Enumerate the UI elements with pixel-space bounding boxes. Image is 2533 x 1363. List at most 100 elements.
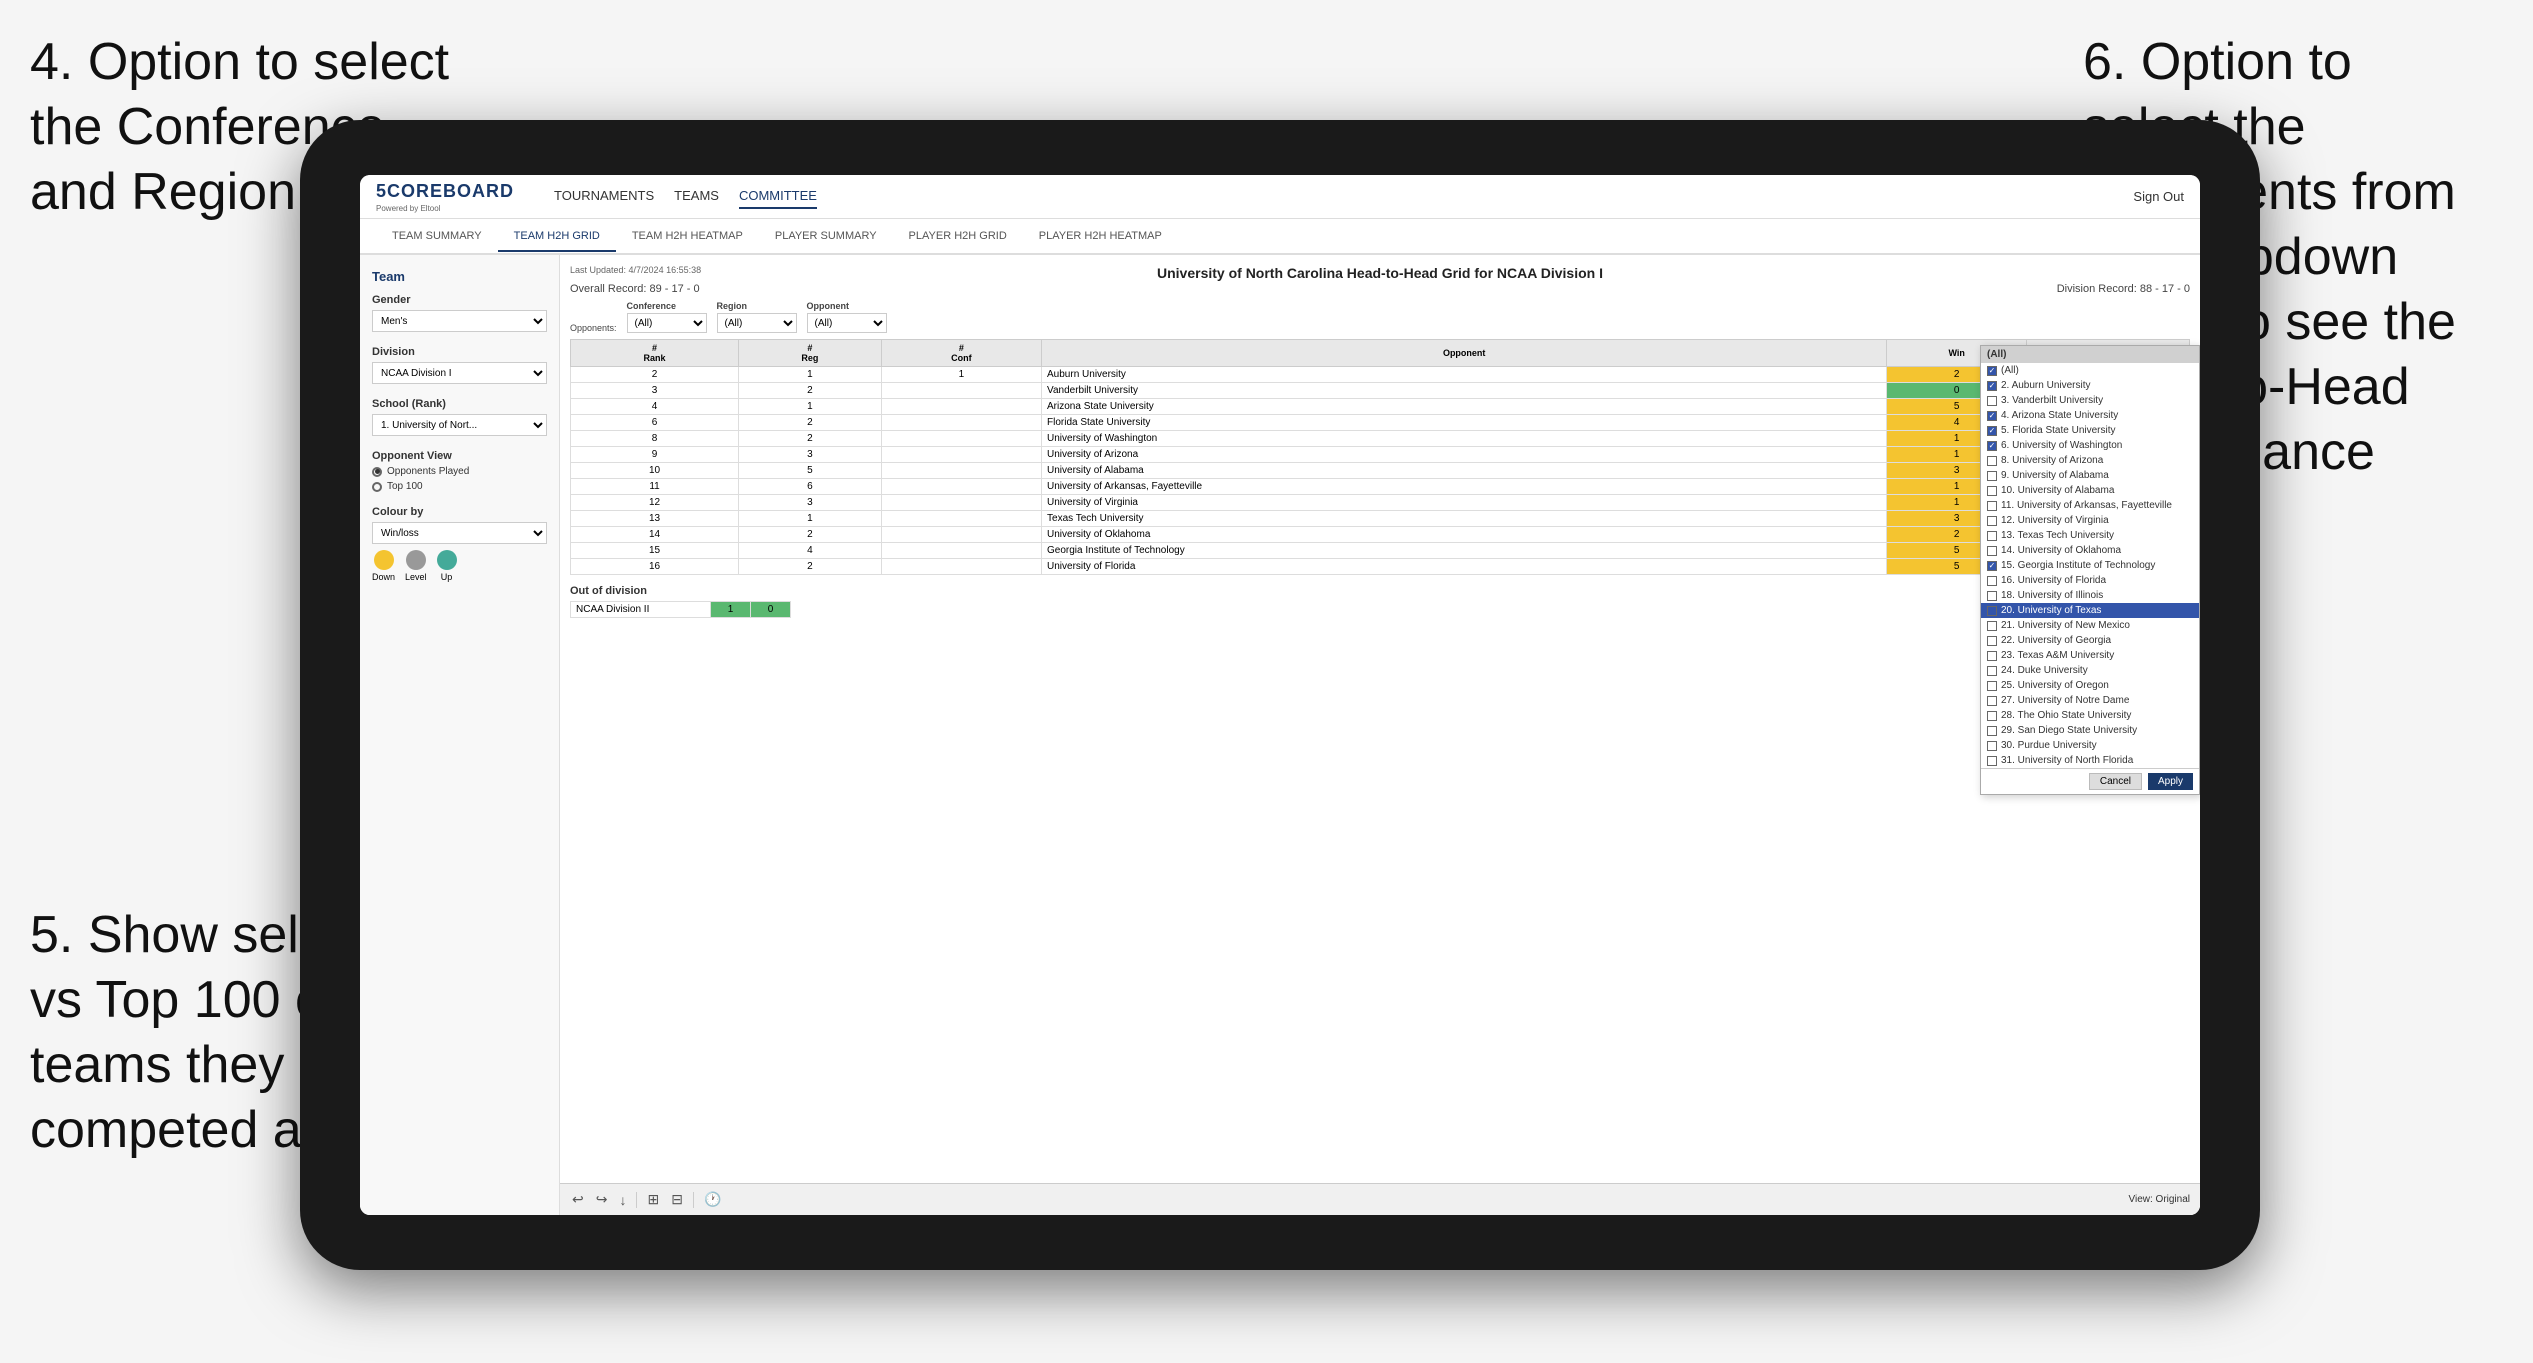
cell-reg: 4 xyxy=(739,543,882,559)
cell-opponent: Arizona State University xyxy=(1042,399,1887,415)
dropdown-item[interactable]: 22. University of Georgia xyxy=(1981,633,2199,648)
overall-record: Overall Record: 89 - 17 - 0 xyxy=(570,283,700,295)
school-section: School (Rank) 1. University of Nort... xyxy=(372,398,547,436)
dropdown-item[interactable]: 20. University of Texas xyxy=(1981,603,2199,618)
nav-tournaments[interactable]: TOURNAMENTS xyxy=(554,184,654,209)
colour-select[interactable]: Win/loss xyxy=(372,522,547,544)
toolbar-clock[interactable]: 🕐 xyxy=(702,1189,723,1210)
nav-committee[interactable]: COMMITTEE xyxy=(739,184,817,209)
dropdown-item[interactable]: 16. University of Florida xyxy=(1981,573,2199,588)
dropdown-item[interactable]: ✓ (All) xyxy=(1981,363,2199,378)
dropdown-item[interactable]: 29. San Diego State University xyxy=(1981,723,2199,738)
dropdown-item[interactable]: 21. University of New Mexico xyxy=(1981,618,2199,633)
toolbar-undo[interactable]: ↩ xyxy=(570,1189,586,1210)
radio-opponents-played[interactable]: Opponents Played xyxy=(372,466,547,477)
cell-opponent: University of Arizona xyxy=(1042,447,1887,463)
region-filter-select[interactable]: (All) xyxy=(717,313,797,333)
dropdown-item[interactable]: 25. University of Oregon xyxy=(1981,678,2199,693)
table-row: 13 1 Texas Tech University 3 0 xyxy=(571,511,2190,527)
conference-filter-select[interactable]: (All) xyxy=(627,313,707,333)
cell-rank: 16 xyxy=(571,559,739,575)
dropdown-checkbox xyxy=(1987,711,1997,721)
radio-dot-top100 xyxy=(372,482,382,492)
dropdown-item[interactable]: ✓ 6. University of Washington xyxy=(1981,438,2199,453)
out-division-table: NCAA Division II 1 0 xyxy=(570,601,791,618)
tab-player-summary[interactable]: PLAYER SUMMARY xyxy=(759,222,893,252)
nav-teams[interactable]: TEAMS xyxy=(674,184,719,209)
cell-opponent: Georgia Institute of Technology xyxy=(1042,543,1887,559)
dropdown-item[interactable]: 13. Texas Tech University xyxy=(1981,528,2199,543)
toolbar-redo[interactable]: ↪ xyxy=(594,1189,610,1210)
dropdown-item[interactable]: ✓ 2. Auburn University xyxy=(1981,378,2199,393)
dropdown-item[interactable]: 28. The Ohio State University xyxy=(1981,708,2199,723)
cell-rank: 3 xyxy=(571,383,739,399)
tab-player-h2h-heatmap[interactable]: PLAYER H2H HEATMAP xyxy=(1023,222,1178,252)
table-row: 10 5 University of Alabama 3 0 xyxy=(571,463,2190,479)
cell-rank: 9 xyxy=(571,447,739,463)
cell-conf xyxy=(881,495,1041,511)
table-row: 8 2 University of Washington 1 0 xyxy=(571,431,2190,447)
tab-team-h2h-heatmap[interactable]: TEAM H2H HEATMAP xyxy=(616,222,759,252)
dropdown-items-container: ✓ (All)✓ 2. Auburn University 3. Vanderb… xyxy=(1981,363,2199,768)
toolbar-paste[interactable]: ⊟ xyxy=(669,1189,685,1210)
nav-sign-out[interactable]: Sign Out xyxy=(2133,189,2184,204)
division-record: Division Record: 88 - 17 - 0 xyxy=(2057,283,2190,295)
dropdown-item[interactable]: ✓ 4. Arizona State University xyxy=(1981,408,2199,423)
dropdown-checkbox: ✓ xyxy=(1987,381,1997,391)
dropdown-item[interactable]: 18. University of Illinois xyxy=(1981,588,2199,603)
toolbar-save[interactable]: ↓ xyxy=(617,1190,628,1210)
dropdown-item[interactable]: 12. University of Virginia xyxy=(1981,513,2199,528)
dropdown-item[interactable]: 14. University of Oklahoma xyxy=(1981,543,2199,558)
dot-yellow xyxy=(374,550,394,570)
dropdown-checkbox xyxy=(1987,621,1997,631)
dropdown-item[interactable]: ✓ 15. Georgia Institute of Technology xyxy=(1981,558,2199,573)
opponent-filter-select[interactable]: (All) xyxy=(807,313,887,333)
logo-area: 5COREBOARD Powered by Eltool xyxy=(376,181,514,213)
out-division-label: NCAA Division II xyxy=(571,602,711,618)
gender-select[interactable]: Men's xyxy=(372,310,547,332)
out-division-loss: 0 xyxy=(751,602,791,618)
division-select[interactable]: NCAA Division I xyxy=(372,362,547,384)
dropdown-item[interactable]: 30. Purdue University xyxy=(1981,738,2199,753)
dropdown-item[interactable]: 23. Texas A&M University xyxy=(1981,648,2199,663)
school-select[interactable]: 1. University of Nort... xyxy=(372,414,547,436)
tab-team-h2h-grid[interactable]: TEAM H2H GRID xyxy=(498,222,616,252)
dropdown-item[interactable]: ✓ 5. Florida State University xyxy=(1981,423,2199,438)
dropdown-checkbox xyxy=(1987,546,1997,556)
panel-record: Overall Record: 89 - 17 - 0 Division Rec… xyxy=(570,283,2190,295)
dropdown-checkbox xyxy=(1987,456,1997,466)
dropdown-item[interactable]: 10. University of Alabama xyxy=(1981,483,2199,498)
out-of-division: Out of division NCAA Division II 1 0 xyxy=(570,585,2190,618)
cell-conf xyxy=(881,463,1041,479)
apply-button[interactable]: Apply xyxy=(2148,773,2193,790)
cancel-button[interactable]: Cancel xyxy=(2089,773,2142,790)
dropdown-item[interactable]: 8. University of Arizona xyxy=(1981,453,2199,468)
view-original-label[interactable]: View: Original xyxy=(2128,1194,2190,1205)
cell-conf xyxy=(881,479,1041,495)
tab-team-summary[interactable]: TEAM SUMMARY xyxy=(376,222,498,252)
tab-player-h2h-grid[interactable]: PLAYER H2H GRID xyxy=(893,222,1023,252)
toolbar-copy[interactable]: ⊞ xyxy=(645,1189,661,1210)
dropdown-item[interactable]: 24. Duke University xyxy=(1981,663,2199,678)
dropdown-item[interactable]: 11. University of Arkansas, Fayetteville xyxy=(1981,498,2199,513)
dropdown-checkbox xyxy=(1987,741,1997,751)
dropdown-item[interactable]: 3. Vanderbilt University xyxy=(1981,393,2199,408)
sub-nav: TEAM SUMMARY TEAM H2H GRID TEAM H2H HEAT… xyxy=(360,219,2200,255)
out-division-win: 1 xyxy=(711,602,751,618)
radio-top100[interactable]: Top 100 xyxy=(372,481,547,492)
dropdown-buttons: Cancel Apply xyxy=(1981,768,2199,794)
cell-rank: 2 xyxy=(571,367,739,383)
dropdown-checkbox xyxy=(1987,396,1997,406)
main-content: Team Gender Men's Division NCAA Division… xyxy=(360,255,2200,1215)
nav-links: TOURNAMENTS TEAMS COMMITTEE xyxy=(554,184,817,209)
opponent-dropdown[interactable]: (All) ✓ (All)✓ 2. Auburn University 3. V… xyxy=(1980,345,2200,795)
dropdown-item[interactable]: 27. University of Notre Dame xyxy=(1981,693,2199,708)
cell-opponent: University of Oklahoma xyxy=(1042,527,1887,543)
cell-opponent: University of Alabama xyxy=(1042,463,1887,479)
table-row: 11 6 University of Arkansas, Fayettevill… xyxy=(571,479,2190,495)
dropdown-item[interactable]: 9. University of Alabama xyxy=(1981,468,2199,483)
table-row: 6 2 Florida State University 4 2 xyxy=(571,415,2190,431)
cell-rank: 10 xyxy=(571,463,739,479)
dropdown-header: (All) xyxy=(1981,346,2199,363)
dropdown-item[interactable]: 31. University of North Florida xyxy=(1981,753,2199,768)
